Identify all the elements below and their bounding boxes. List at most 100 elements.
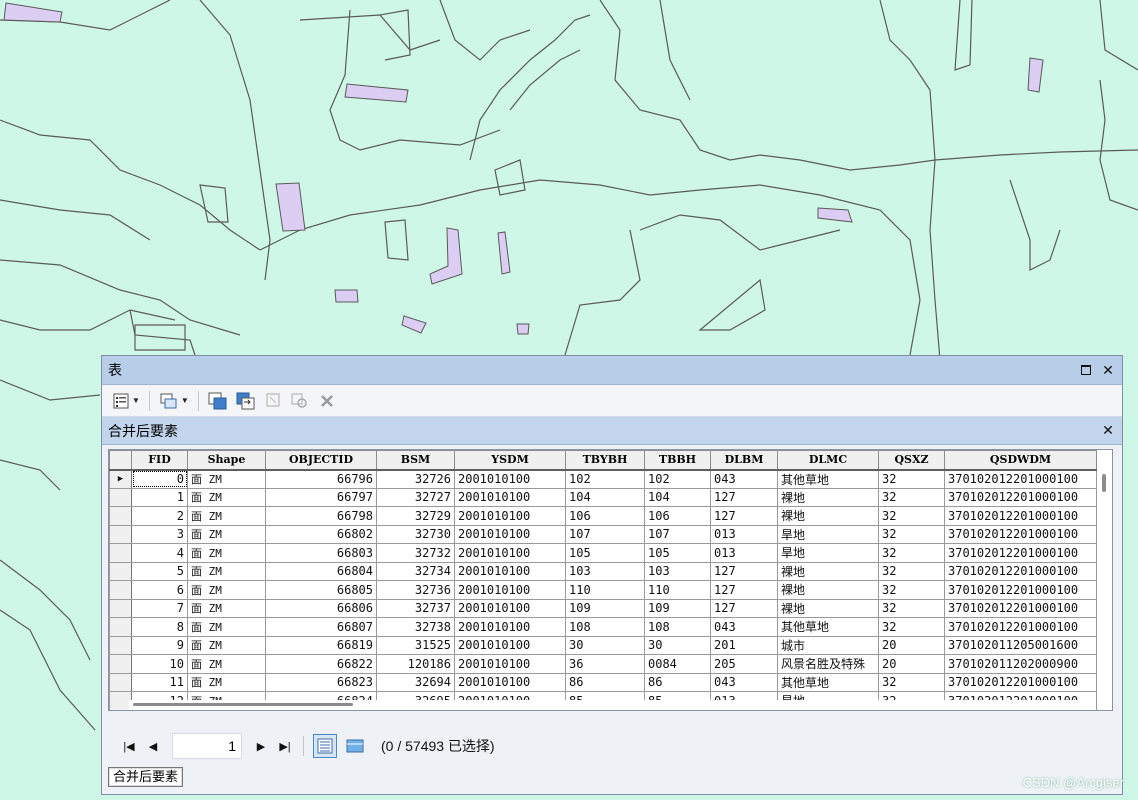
last-record-icon[interactable]: ▶| (276, 737, 294, 755)
table-cell-qsdwdm[interactable]: 370102012201000100 (944, 469, 1097, 489)
scrollbar-thumb[interactable] (1102, 474, 1106, 492)
table-cell-dlmc[interactable]: 其他草地 (777, 672, 879, 692)
table-cell-fid[interactable]: 0 (131, 469, 188, 489)
row-selector[interactable] (109, 654, 132, 674)
show-selected-records-icon[interactable] (343, 734, 367, 758)
row-selector[interactable] (109, 598, 132, 618)
table-cell-tbbh[interactable]: 102 (644, 469, 711, 489)
table-cell-tbybh[interactable]: 103 (565, 561, 645, 581)
chevron-down-icon[interactable]: ▼ (132, 396, 140, 405)
row-selector[interactable] (109, 561, 132, 581)
table-cell-shape[interactable]: 面 ZM (187, 672, 266, 692)
table-cell-shape[interactable]: 面 ZM (187, 580, 266, 600)
table-cell-qsxz[interactable]: 32 (878, 580, 945, 600)
table-cell-bsm[interactable]: 32736 (376, 580, 455, 600)
table-cell-dlmc[interactable]: 旱地 (777, 524, 879, 544)
table-row[interactable]: 8面 ZM 66807 32738 2001010100 108 108 043 其他草地 32… (109, 617, 1097, 637)
table-cell-shape[interactable]: 面 ZM (187, 524, 266, 544)
table-cell-dlbm[interactable]: 127 (710, 506, 778, 526)
table-cell-objectid[interactable]: 66806 (265, 598, 377, 618)
table-cell-tbbh[interactable]: 108 (644, 617, 711, 637)
table-cell-qsdwdm[interactable]: 370102012201000100 (944, 487, 1097, 507)
table-cell-qsdwdm[interactable]: 370102012201000100 (944, 561, 1097, 581)
table-cell-dlbm[interactable]: 127 (710, 487, 778, 507)
table-cell-tbbh[interactable]: 106 (644, 506, 711, 526)
table-cell-bsm[interactable]: 32730 (376, 524, 455, 544)
table-cell-shape[interactable]: 面 ZM (187, 543, 266, 563)
table-cell-ysdm[interactable]: 2001010100 (454, 469, 566, 489)
table-row[interactable]: 7面 ZM 66806 32737 2001010100 109 109 127 裸地 32 37… (109, 598, 1097, 618)
table-cell-ysdm[interactable]: 2001010100 (454, 654, 566, 674)
table-cell-bsm[interactable]: 31525 (376, 635, 455, 655)
table-cell-ysdm[interactable]: 2001010100 (454, 635, 566, 655)
table-cell-tbbh[interactable]: 104 (644, 487, 711, 507)
scrollbar-thumb[interactable] (133, 703, 353, 706)
previous-record-icon[interactable]: ◀ (144, 737, 162, 755)
table-cell-dlmc[interactable]: 风景名胜及特殊 (777, 654, 879, 674)
table-row[interactable]: 1面 ZM 66797 32727 2001010100 104 104 127 裸地 32 37… (109, 487, 1097, 507)
table-row[interactable]: 2面 ZM 66798 32729 2001010100 106 106 127 裸地 32 37… (109, 506, 1097, 526)
table-cell-objectid[interactable]: 66798 (265, 506, 377, 526)
table-cell-shape[interactable]: 面 ZM (187, 635, 266, 655)
column-header-shape[interactable]: Shape (187, 450, 266, 471)
window-titlebar[interactable]: 表 ✕ (102, 356, 1122, 385)
table-cell-objectid[interactable]: 66807 (265, 617, 377, 637)
row-selector[interactable] (109, 543, 132, 563)
vertical-scrollbar[interactable] (1098, 470, 1112, 705)
table-cell-objectid[interactable]: 66803 (265, 543, 377, 563)
close-icon[interactable]: ✕ (1100, 362, 1116, 378)
table-cell-ysdm[interactable]: 2001010100 (454, 617, 566, 637)
table-cell-qsxz[interactable]: 32 (878, 543, 945, 563)
show-all-records-icon[interactable] (313, 734, 337, 758)
table-cell-tbybh[interactable]: 30 (565, 635, 645, 655)
row-selector[interactable] (109, 580, 132, 600)
table-cell-dlmc[interactable]: 裸地 (777, 598, 879, 618)
column-header-qsdwdm[interactable]: QSDWDM (944, 450, 1097, 471)
table-cell-objectid[interactable]: 66822 (265, 654, 377, 674)
table-cell-dlbm[interactable]: 127 (710, 598, 778, 618)
delete-selected-icon[interactable] (316, 390, 338, 412)
table-cell-shape[interactable]: 面 ZM (187, 654, 266, 674)
table-cell-objectid[interactable]: 66804 (265, 561, 377, 581)
table-cell-tbbh[interactable]: 105 (644, 543, 711, 563)
table-cell-fid[interactable]: 3 (131, 524, 188, 544)
table-cell-dlbm[interactable]: 013 (710, 524, 778, 544)
first-record-icon[interactable]: |◀ (120, 737, 138, 755)
table-row[interactable]: 5面 ZM 66804 32734 2001010100 103 103 127 裸地 32 37… (109, 561, 1097, 581)
table-cell-qsxz[interactable]: 20 (878, 635, 945, 655)
table-cell-tbbh[interactable]: 30 (644, 635, 711, 655)
zoom-to-selected-icon[interactable] (288, 390, 312, 412)
table-cell-tbbh[interactable]: 103 (644, 561, 711, 581)
row-selector[interactable] (109, 524, 132, 544)
table-cell-qsxz[interactable]: 32 (878, 469, 945, 489)
table-cell-objectid[interactable]: 66823 (265, 672, 377, 692)
switch-selection-icon[interactable] (234, 390, 258, 412)
column-header-tbybh[interactable]: TBYBH (565, 450, 645, 471)
table-cell-bsm[interactable]: 32694 (376, 672, 455, 692)
table-cell-dlmc[interactable]: 裸地 (777, 561, 879, 581)
related-tables-icon[interactable]: ▼ (157, 390, 191, 412)
table-cell-shape[interactable]: 面 ZM (187, 598, 266, 618)
table-cell-dlbm[interactable]: 043 (710, 672, 778, 692)
table-cell-dlbm[interactable]: 201 (710, 635, 778, 655)
table-cell-ysdm[interactable]: 2001010100 (454, 506, 566, 526)
table-cell-bsm[interactable]: 32737 (376, 598, 455, 618)
row-selector[interactable]: ▶ (109, 469, 132, 489)
table-cell-ysdm[interactable]: 2001010100 (454, 672, 566, 692)
clear-selection-icon[interactable] (262, 390, 284, 412)
table-row[interactable]: 4面 ZM 66803 32732 2001010100 105 105 013 旱地 32 37… (109, 543, 1097, 563)
table-cell-qsdwdm[interactable]: 370102012201000100 (944, 580, 1097, 600)
attribute-grid[interactable]: FID Shape OBJECTID BSM YSDM TBYBH TBBH DLBM DLMC… (108, 449, 1113, 711)
table-cell-objectid[interactable]: 66796 (265, 469, 377, 489)
table-cell-shape[interactable]: 面 ZM (187, 506, 266, 526)
table-cell-tbybh[interactable]: 110 (565, 580, 645, 600)
table-cell-tbybh[interactable]: 36 (565, 654, 645, 674)
table-cell-bsm[interactable]: 120186 (376, 654, 455, 674)
table-cell-fid[interactable]: 7 (131, 598, 188, 618)
column-header-ysdm[interactable]: YSDM (454, 450, 566, 471)
table-cell-dlmc[interactable]: 其他草地 (777, 469, 879, 489)
table-cell-qsdwdm[interactable]: 370102012201000100 (944, 543, 1097, 563)
table-options-icon[interactable]: ▼ (110, 390, 142, 412)
column-header-bsm[interactable]: BSM (376, 450, 455, 471)
table-cell-tbbh[interactable]: 86 (644, 672, 711, 692)
